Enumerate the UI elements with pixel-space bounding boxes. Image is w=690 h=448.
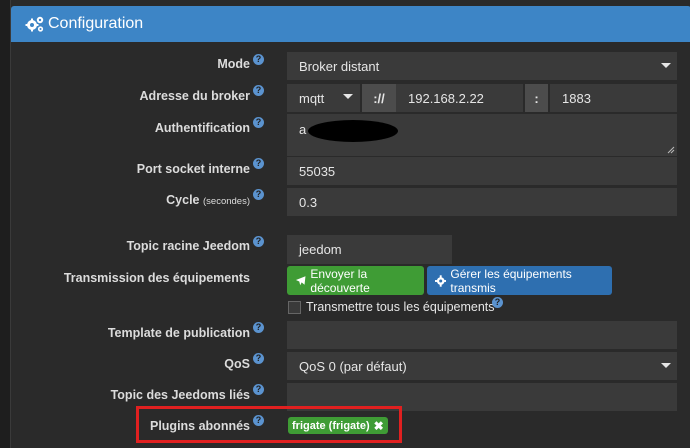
resize-handle-icon[interactable] [667, 146, 675, 154]
mode-value: Broker distant [299, 58, 380, 74]
send-discovery-label: Envoyer la découverte [310, 266, 370, 295]
send-discovery-button[interactable]: Envoyer la découverte [287, 266, 424, 295]
broker-host-value: 192.168.2.22 [408, 90, 484, 106]
auth-label: Authentification [154, 121, 250, 135]
topic-root-value: jeedom [299, 242, 342, 257]
topic-linked-label: Topic des Jeedoms liés [110, 388, 250, 402]
highlight-box [136, 406, 402, 443]
broker-port-input[interactable]: 1883 [550, 84, 677, 112]
socket-help-icon[interactable]: ? [253, 158, 264, 169]
transmit-all-label: Transmettre tous les équipements [306, 300, 495, 314]
broker-port-value: 1883 [562, 90, 591, 106]
page-title: Configuration [48, 15, 144, 32]
qos-label: QoS [224, 357, 250, 371]
template-input[interactable] [287, 321, 677, 349]
topic-root-label: Topic racine Jeedom [126, 239, 250, 253]
broker-label: Adresse du broker [139, 89, 250, 103]
mode-label: Mode [217, 57, 250, 71]
protocol-value: mqtt [299, 90, 325, 106]
qos-help-icon[interactable]: ? [253, 353, 264, 364]
cycle-value: 0.3 [299, 194, 318, 210]
template-label: Template de publication [107, 326, 250, 340]
cycle-label: Cycle (secondes) [166, 193, 250, 207]
topic-root-input[interactable]: jeedom [287, 235, 452, 264]
transmit-all-checkbox[interactable] [288, 301, 301, 314]
broker-help-icon[interactable]: ? [253, 85, 264, 96]
cycle-label-text: Cycle [166, 193, 200, 207]
manage-equipments-label: Gérer les équipements transmis [450, 266, 572, 295]
cycle-input[interactable]: 0.3 [287, 188, 677, 216]
transmit-all-help-icon[interactable]: ? [492, 297, 503, 308]
broker-host-input[interactable]: 192.168.2.22 [396, 84, 523, 112]
mode-select[interactable]: Broker distant [287, 52, 677, 80]
qos-value: QoS 0 (par défaut) [299, 358, 407, 374]
template-help-icon[interactable]: ? [253, 322, 264, 333]
port-separator: : [525, 84, 548, 112]
redaction-mark [308, 120, 398, 142]
socket-label: Port socket interne [136, 162, 250, 176]
paper-plane-icon [295, 275, 306, 285]
socket-port-value: 55035 [299, 163, 336, 179]
qos-select[interactable]: QoS 0 (par défaut) [287, 352, 677, 380]
qos-chevron-down-icon [661, 363, 671, 368]
protocol-separator: :// [362, 84, 396, 112]
auth-value: a [299, 122, 307, 137]
protocol-chevron-down-icon [343, 94, 353, 99]
cycle-unit: (secondes) [203, 196, 250, 207]
transmission-label: Transmission des équipements [63, 271, 250, 285]
auth-help-icon[interactable]: ? [253, 117, 264, 128]
mode-help-icon[interactable]: ? [253, 54, 264, 65]
gear-icon [435, 274, 447, 287]
topic-linked-help-icon[interactable]: ? [253, 384, 264, 395]
mode-chevron-down-icon [661, 63, 671, 68]
panel-header: Configuration [11, 6, 690, 42]
manage-equipments-button[interactable]: Gérer les équipements transmis [427, 266, 612, 295]
socket-port-input[interactable]: 55035 [287, 157, 677, 185]
topic-root-help-icon[interactable]: ? [253, 236, 264, 247]
cogs-icon [25, 16, 44, 32]
cycle-help-icon[interactable]: ? [253, 189, 264, 200]
